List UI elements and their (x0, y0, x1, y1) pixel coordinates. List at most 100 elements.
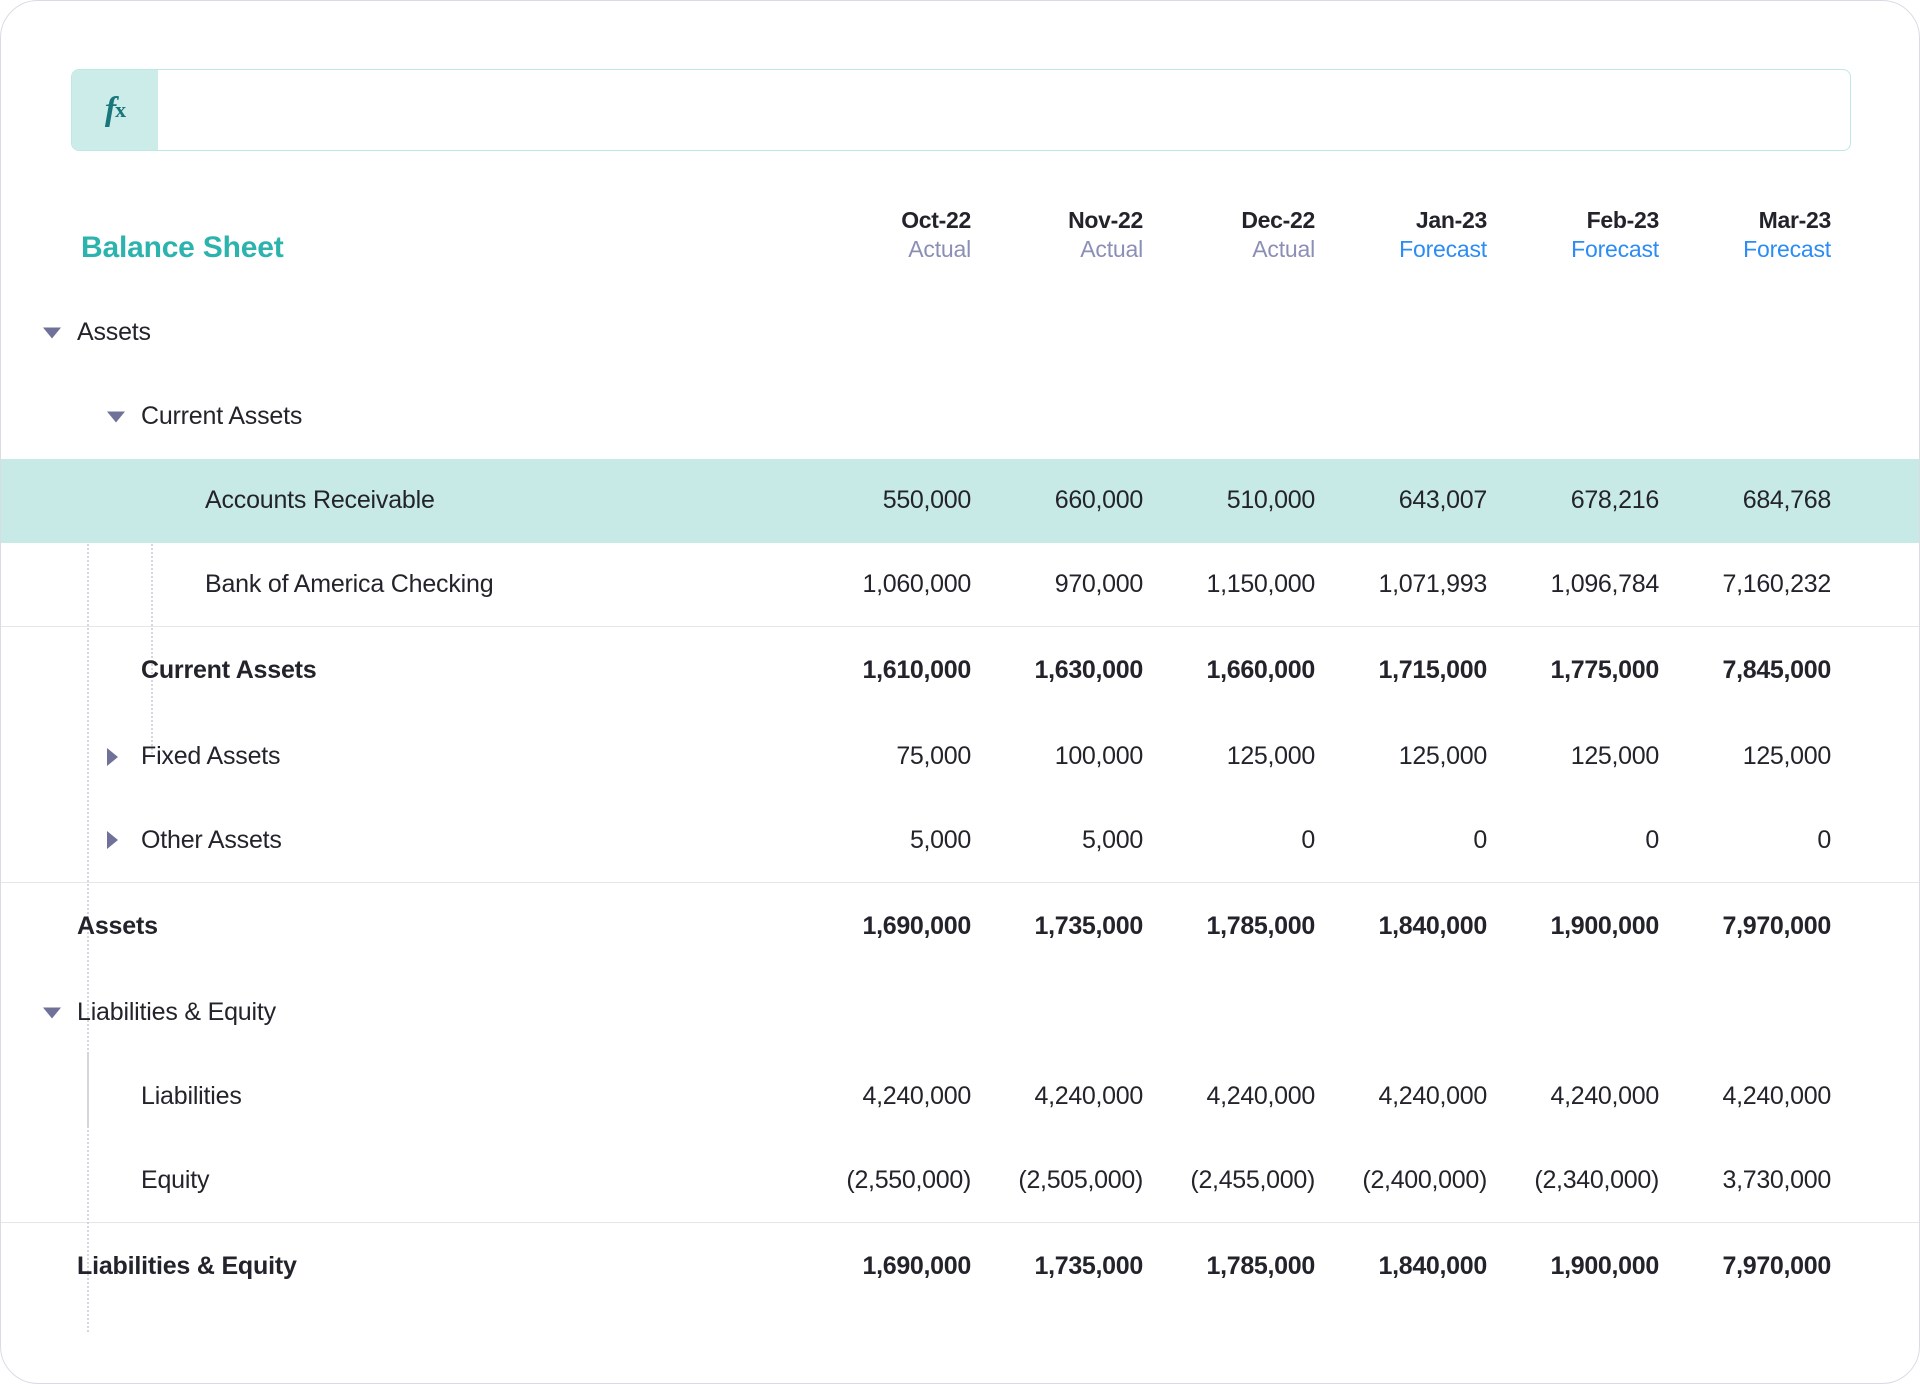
value-cell[interactable]: 5,000 (821, 799, 993, 883)
row-label-cell[interactable]: Other Assets (1, 799, 821, 883)
value-cell[interactable]: 1,785,000 (1165, 1223, 1337, 1311)
value-cell[interactable]: 1,630,000 (993, 627, 1165, 715)
table-row[interactable]: Current Assets1,610,0001,630,0001,660,00… (1, 627, 1920, 715)
row-label-cell[interactable]: Equity (1, 1139, 821, 1223)
value-cell[interactable]: 1,900,000 (1509, 1223, 1681, 1311)
value-cell[interactable]: 125,000 (1165, 715, 1337, 799)
value-cell[interactable] (1165, 971, 1337, 1055)
value-cell[interactable] (1337, 291, 1509, 375)
value-cell[interactable] (1681, 291, 1853, 375)
value-cell[interactable]: 100,000 (993, 715, 1165, 799)
value-cell[interactable] (1509, 375, 1681, 459)
column-header-5[interactable]: Mar-23 Forecast (1681, 206, 1853, 291)
value-cell[interactable]: 660,000 (993, 459, 1165, 543)
table-row[interactable]: Fixed Assets75,000100,000125,000125,0001… (1, 715, 1920, 799)
table-row[interactable]: Assets1,690,0001,735,0001,785,0001,840,0… (1, 883, 1920, 971)
column-header-4[interactable]: Feb-23 Forecast (1509, 206, 1681, 291)
value-cell[interactable]: 4,240,000 (1165, 1055, 1337, 1139)
column-header-1[interactable]: Nov-22 Actual (993, 206, 1165, 291)
value-cell[interactable]: 1,715,000 (1337, 627, 1509, 715)
value-cell[interactable] (993, 291, 1165, 375)
formula-input[interactable] (158, 70, 1850, 150)
table-row[interactable]: Equity(2,550,000)(2,505,000)(2,455,000)(… (1, 1139, 1920, 1223)
value-cell[interactable] (1165, 291, 1337, 375)
value-cell[interactable] (993, 971, 1165, 1055)
value-cell[interactable]: 678,216 (1509, 459, 1681, 543)
column-header-0[interactable]: Oct-22 Actual (821, 206, 993, 291)
row-label-cell[interactable]: Liabilities & Equity (1, 971, 821, 1055)
value-cell[interactable]: (2,505,000) (993, 1139, 1165, 1223)
table-row[interactable]: Other Assets5,0005,0000000 (1, 799, 1920, 883)
chevron-down-icon[interactable] (43, 1007, 61, 1018)
row-label-cell[interactable]: Fixed Assets (1, 715, 821, 799)
value-cell[interactable]: 1,150,000 (1165, 543, 1337, 627)
value-cell[interactable] (821, 291, 993, 375)
value-cell[interactable]: 970,000 (993, 543, 1165, 627)
value-cell[interactable]: 4,240,000 (821, 1055, 993, 1139)
value-cell[interactable]: 1,775,000 (1509, 627, 1681, 715)
value-cell[interactable]: (2,400,000) (1337, 1139, 1509, 1223)
chevron-down-icon[interactable] (43, 327, 61, 338)
row-label-cell[interactable]: Bank of America Checking (1, 543, 821, 627)
value-cell[interactable]: (2,455,000) (1165, 1139, 1337, 1223)
value-cell[interactable]: 1,840,000 (1337, 883, 1509, 971)
value-cell[interactable]: 7,160,232 (1681, 543, 1853, 627)
value-cell[interactable]: 0 (1681, 799, 1853, 883)
value-cell[interactable]: 125,000 (1509, 715, 1681, 799)
value-cell[interactable]: 1,840,000 (1337, 1223, 1509, 1311)
value-cell[interactable] (1509, 971, 1681, 1055)
value-cell[interactable] (993, 375, 1165, 459)
value-cell[interactable]: (2,340,000) (1509, 1139, 1681, 1223)
row-label-cell[interactable]: Current Assets (1, 375, 821, 459)
value-cell[interactable] (1681, 971, 1853, 1055)
value-cell[interactable]: 3,730,000 (1681, 1139, 1853, 1223)
value-cell[interactable]: 7,845,000 (1681, 627, 1853, 715)
value-cell[interactable] (1337, 971, 1509, 1055)
value-cell[interactable]: 643,007 (1337, 459, 1509, 543)
value-cell[interactable]: 0 (1509, 799, 1681, 883)
table-row[interactable]: Bank of America Checking1,060,000970,000… (1, 543, 1920, 627)
value-cell[interactable] (821, 375, 993, 459)
value-cell[interactable]: 1,735,000 (993, 883, 1165, 971)
value-cell[interactable] (1509, 291, 1681, 375)
table-row[interactable]: Liabilities4,240,0004,240,0004,240,0004,… (1, 1055, 1920, 1139)
value-cell[interactable]: 550,000 (821, 459, 993, 543)
column-header-3[interactable]: Jan-23 Forecast (1337, 206, 1509, 291)
value-cell[interactable]: 4,240,000 (1337, 1055, 1509, 1139)
value-cell[interactable]: 75,000 (821, 715, 993, 799)
value-cell[interactable] (1681, 375, 1853, 459)
table-row[interactable]: Assets (1, 291, 1920, 375)
column-header-2[interactable]: Dec-22 Actual (1165, 206, 1337, 291)
value-cell[interactable]: 1,060,000 (821, 543, 993, 627)
value-cell[interactable]: 1,660,000 (1165, 627, 1337, 715)
value-cell[interactable]: 125,000 (1337, 715, 1509, 799)
value-cell[interactable]: 1,735,000 (993, 1223, 1165, 1311)
value-cell[interactable]: 0 (1165, 799, 1337, 883)
value-cell[interactable]: 1,690,000 (821, 883, 993, 971)
value-cell[interactable]: 1,900,000 (1509, 883, 1681, 971)
fx-icon[interactable]: fx (72, 70, 158, 150)
value-cell[interactable]: 4,240,000 (993, 1055, 1165, 1139)
value-cell[interactable]: 684,768 (1681, 459, 1853, 543)
value-cell[interactable]: 1,785,000 (1165, 883, 1337, 971)
value-cell[interactable]: 1,690,000 (821, 1223, 993, 1311)
value-cell[interactable]: (2,550,000) (821, 1139, 993, 1223)
row-label-cell[interactable]: Current Assets (1, 627, 821, 715)
chevron-right-icon[interactable] (107, 748, 118, 766)
value-cell[interactable]: 1,096,784 (1509, 543, 1681, 627)
value-cell[interactable]: 0 (1337, 799, 1509, 883)
row-label-cell[interactable]: Assets (1, 291, 821, 375)
table-row[interactable]: Current Assets (1, 375, 1920, 459)
value-cell[interactable] (1337, 375, 1509, 459)
value-cell[interactable]: 1,071,993 (1337, 543, 1509, 627)
value-cell[interactable] (1165, 375, 1337, 459)
chevron-right-icon[interactable] (107, 831, 118, 849)
value-cell[interactable]: 1,610,000 (821, 627, 993, 715)
value-cell[interactable]: 4,240,000 (1681, 1055, 1853, 1139)
chevron-down-icon[interactable] (107, 411, 125, 422)
table-row[interactable]: Accounts Receivable550,000660,000510,000… (1, 459, 1920, 543)
row-label-cell[interactable]: Liabilities & Equity (1, 1223, 821, 1311)
value-cell[interactable]: 510,000 (1165, 459, 1337, 543)
row-label-cell[interactable]: Assets (1, 883, 821, 971)
table-row[interactable]: Liabilities & Equity (1, 971, 1920, 1055)
